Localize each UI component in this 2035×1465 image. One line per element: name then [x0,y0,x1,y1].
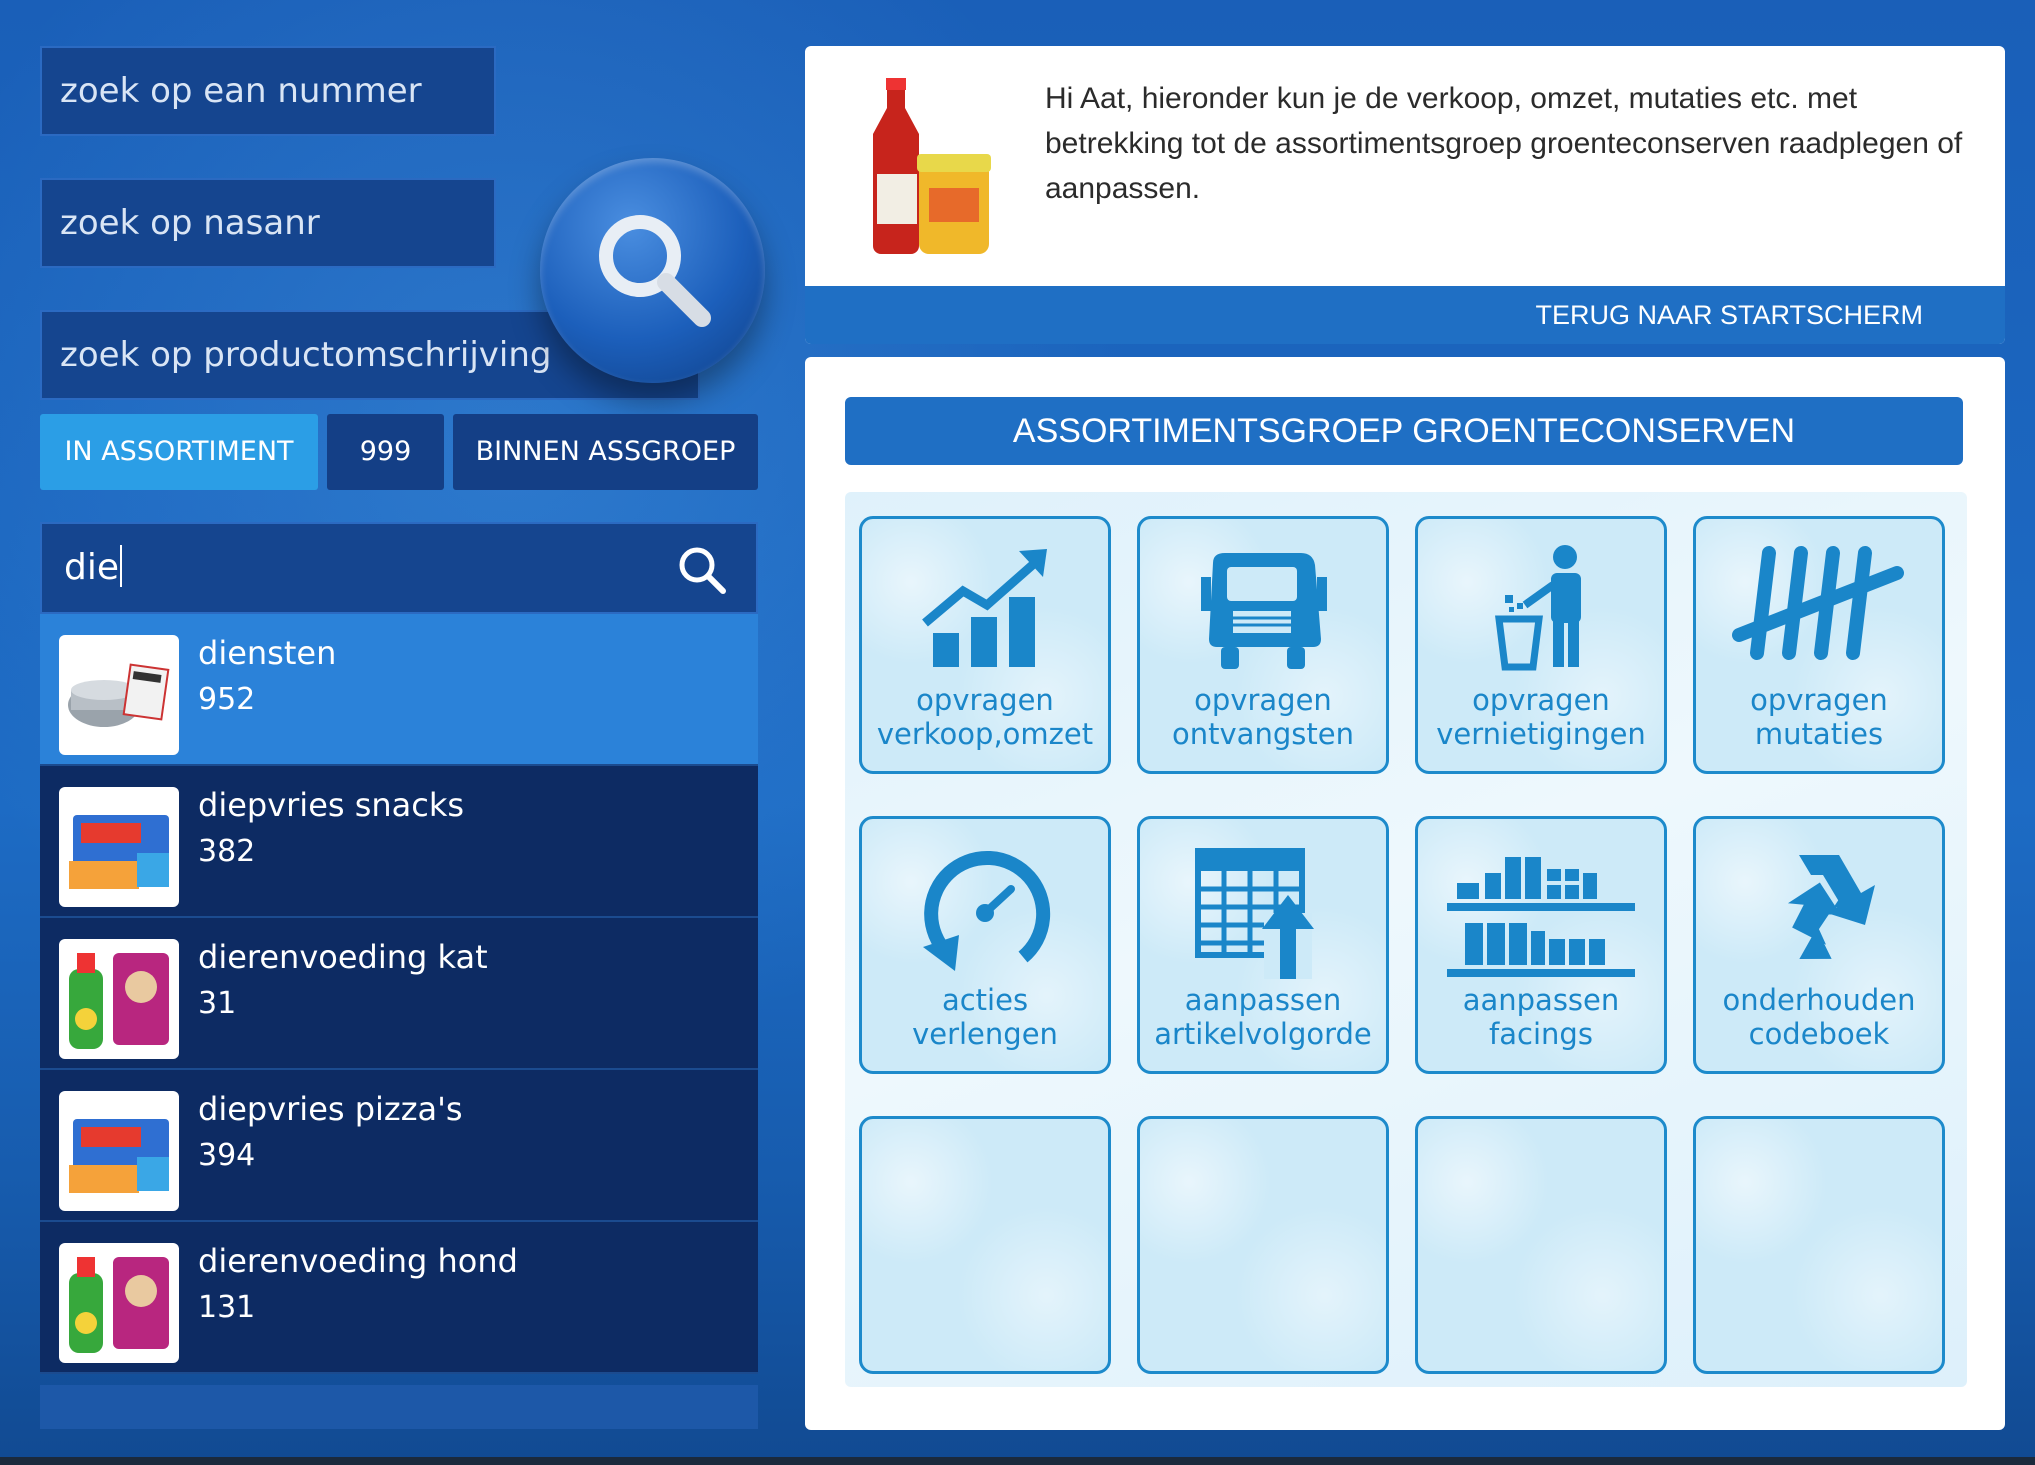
tab-binnen-assgroep[interactable]: BINNEN ASSGROEP [453,414,758,490]
result-count: 382 [198,834,256,869]
tile-label-line1: opvragen [1194,683,1332,717]
table-arrow-icon [1195,848,1314,979]
tile-label-line1: aanpassen [1184,983,1342,1017]
main-card: ASSORTIMENTSGROEP GROENTECONSERVEN opvra… [805,357,2005,1430]
trash-person-icon [1495,545,1581,671]
tile-label-line2: artikelvolgorde [1154,1017,1372,1051]
tile-label-line1: opvragen [1750,683,1888,717]
gauge-icon [923,851,1051,971]
result-count: 394 [198,1138,256,1173]
tile-aanpassen-facings[interactable]: aanpassen facings [1415,816,1667,1074]
tile-label-line2: verkoop,omzet [876,717,1094,751]
pet-food-thumbnail [59,1243,179,1363]
group-title: ASSORTIMENTSGROEP GROENTECONSERVEN [845,397,1963,465]
ean-search-input[interactable] [40,46,496,136]
welcome-message: Hi Aat, hieronder kun je de verkoop, omz… [1045,82,1963,205]
household-products-thumbnail [59,635,179,755]
tile-opvragen-vernietigingen[interactable]: opvragen vernietigingen [1415,516,1667,774]
tile-opvragen-verkoop-omzet[interactable]: opvragen verkoop,omzet [859,516,1111,774]
product-image [873,78,991,254]
result-list: diensten 952 diepvries snacks 382 dieren… [40,614,758,1374]
tile-label-line2: codeboek [1748,1017,1890,1051]
result-name: diepvries pizza's [198,1090,463,1128]
tab-in-assortiment[interactable]: IN ASSORTIMENT [40,414,318,490]
group-filter-input[interactable]: die [64,524,123,612]
tile-grid: opvragen verkoop,omzet opvragen ontvangste… [845,492,1967,1387]
nasanr-search-input[interactable] [40,178,496,268]
truck-icon [1201,553,1327,669]
list-item[interactable]: dierenvoeding kat 31 [40,918,758,1070]
list-item[interactable]: diepvries snacks 382 [40,766,758,918]
tile-label-line2: verlengen [912,1017,1058,1051]
tile-label-line2: facings [1489,1017,1593,1051]
bottom-strip [0,1457,2035,1465]
tab-count[interactable]: 999 [327,414,444,490]
result-list-footer [40,1385,758,1429]
group-filter-field[interactable]: die [40,522,758,614]
result-count: 131 [198,1290,256,1325]
list-item[interactable]: diepvries pizza's 394 [40,1070,758,1222]
empty-tile[interactable] [1415,1116,1667,1374]
empty-tile[interactable] [1693,1116,1945,1374]
result-name: diepvries snacks [198,786,465,824]
result-name: dierenvoeding hond [198,1242,518,1280]
magnifier-icon [599,215,711,327]
pet-food-thumbnail [59,939,179,1059]
info-card: Hi Aat, hieronder kun je de verkoop, omz… [805,46,2005,344]
recycle-icon [1787,855,1875,959]
list-item[interactable]: dierenvoeding hond 131 [40,1222,758,1374]
frozen-snacks-thumbnail [59,1091,179,1211]
tile-label-line1: aanpassen [1462,983,1620,1017]
empty-tile[interactable] [859,1116,1111,1374]
result-count: 952 [198,682,256,717]
result-name: dierenvoeding kat [198,938,488,976]
tile-opvragen-ontvangsten[interactable]: opvragen ontvangsten [1137,516,1389,774]
list-item[interactable]: diensten 952 [40,614,758,766]
shelf-icon [1447,857,1635,977]
tile-label-line2: ontvangsten [1172,717,1354,751]
tile-acties-verlengen[interactable]: acties verlengen [859,816,1111,1074]
tile-aanpassen-artikelvolgorde[interactable]: aanpassen artikelvolgorde [1137,816,1389,1074]
tile-label-line2: mutaties [1754,717,1884,751]
tile-label-line1: onderhouden [1722,983,1916,1017]
empty-tile[interactable] [1137,1116,1389,1374]
search-button[interactable] [540,158,765,383]
tile-label-line1: opvragen [916,683,1054,717]
tile-label-line2: vernietigingen [1436,717,1646,751]
frozen-snacks-thumbnail [59,787,179,907]
result-count: 31 [198,986,237,1021]
result-name: diensten [198,634,337,672]
tile-opvragen-mutaties[interactable]: opvragen mutaties [1693,516,1945,774]
tile-label-line1: opvragen [1472,683,1610,717]
back-to-start-link[interactable]: TERUG NAAR STARTSCHERM [1535,286,1923,344]
sales-chart-icon [922,549,1047,667]
info-bar: TERUG NAAR STARTSCHERM [805,286,2005,344]
tally-icon [1732,546,1904,660]
search-icon[interactable] [676,544,728,596]
tile-label-line1: acties [941,983,1029,1017]
tile-onderhouden-codeboek[interactable]: onderhouden codeboek [1693,816,1945,1074]
